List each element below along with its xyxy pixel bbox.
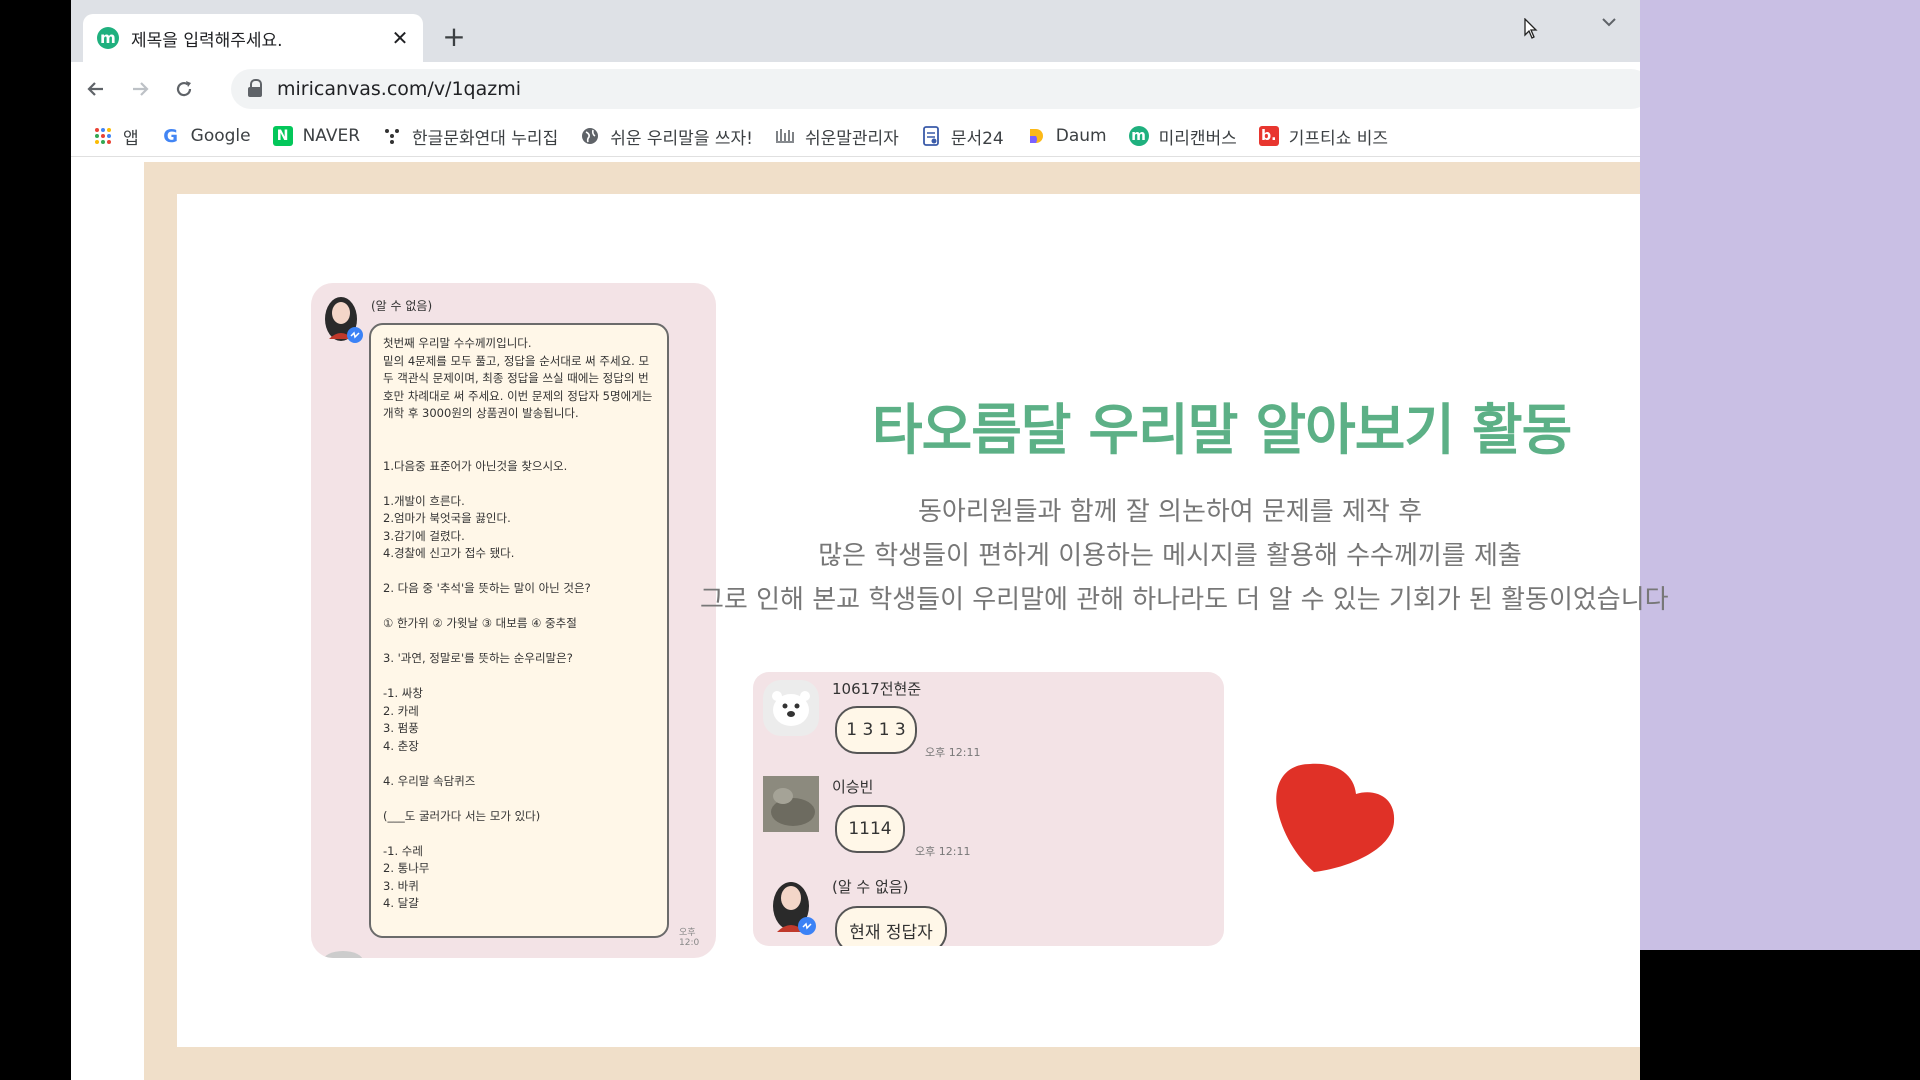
reload-icon[interactable] <box>165 70 203 108</box>
bookmark-hangeul-culture[interactable]: 한글문화연대 누리집 <box>382 124 558 149</box>
avatar <box>763 776 819 832</box>
bookmark-naver[interactable]: N NAVER <box>272 126 361 146</box>
partial-avatar <box>323 951 363 958</box>
bookmark-label: 쉬운말관리자 <box>804 128 899 149</box>
miricanvas-icon: m <box>1128 126 1149 146</box>
bookmarks-bar: 앱 G Google N NAVER 한글문화연대 누리집 쉬운 우리말을 쓰자… <box>71 116 1640 157</box>
bookmark-google[interactable]: G Google <box>161 125 251 147</box>
chat-sender-name: (알 수 없음) <box>371 299 433 313</box>
quiz-message-text: 첫번째 우리말 수수께끼입니다. 밑의 4문제를 모두 풀고, 정답을 순서대로… <box>383 336 653 910</box>
bookmark-apps[interactable]: 앱 <box>93 124 139 149</box>
tab-close-icon[interactable]: ✕ <box>387 25 413 51</box>
reply-sender-name: 10617전현준 <box>832 680 922 698</box>
bookmark-document24[interactable]: 문서24 <box>921 124 1004 149</box>
google-icon: G <box>163 125 179 147</box>
bookmark-label: 한글문화연대 누리집 <box>412 128 559 149</box>
apps-grid-icon <box>93 126 113 146</box>
tab-title: 제목을 입력해주세요. <box>131 30 283 51</box>
reply-message-bubble: 1 3 1 3 <box>835 706 917 754</box>
bookmark-giftishow[interactable]: b. 기프티쇼 비즈 <box>1258 124 1389 149</box>
slide-description: 동아리원들과 함께 잘 의논하여 문제를 제작 후 많은 학생들이 편하게 이용… <box>700 490 1669 622</box>
address-bar[interactable]: miricanvas.com/v/1qazmi <box>231 69 1640 109</box>
miricanvas-favicon-icon: m <box>97 27 119 49</box>
document24-icon <box>921 126 941 146</box>
globe-icon <box>580 126 600 146</box>
bookmark-label: NAVER <box>302 126 361 146</box>
quiz-message-bubble: 첫번째 우리말 수수께끼입니다. 밑의 4문제를 모두 풀고, 정답을 순서대로… <box>369 323 669 938</box>
url-text: miricanvas.com/v/1qazmi <box>277 78 522 100</box>
bookmark-label: Daum <box>1055 126 1107 146</box>
side-background-panel <box>1640 0 1920 950</box>
reply-sender-name: (알 수 없음) <box>832 878 909 896</box>
heart-icon <box>1270 750 1400 880</box>
bookmark-label: 쉬운 우리말을 쓰자! <box>610 128 753 149</box>
reply-timestamp: 오후 12:11 <box>915 845 971 858</box>
naver-icon: N <box>272 126 293 146</box>
description-line: 동아리원들과 함께 잘 의논하여 문제를 제작 후 <box>917 497 1423 527</box>
reply-sender-name: 이승빈 <box>832 778 874 796</box>
answer-chat-screenshot: 10617전현준 1 3 1 3 오후 12:11 이승빈 1114 오후 12… <box>753 672 1224 946</box>
chat-timestamp: 오후 12:0 <box>679 928 700 948</box>
browser-toolbar: miricanvas.com/v/1qazmi <box>71 62 1640 116</box>
tab-search-chevron-icon[interactable] <box>1601 12 1617 31</box>
mouse-cursor-icon <box>1524 17 1538 46</box>
avatar <box>763 680 819 736</box>
avatar <box>763 876 819 935</box>
bookmark-label: Google <box>190 126 251 146</box>
bookmark-label: 미리캔버스 <box>1158 128 1237 149</box>
reply-message-bubble: 현재 정답자 <box>835 906 947 946</box>
back-arrow-icon[interactable] <box>77 70 115 108</box>
lock-icon <box>247 79 263 99</box>
new-tab-button[interactable]: + <box>441 23 467 51</box>
reply-timestamp: 오후 12:11 <box>925 746 981 759</box>
reply-message-bubble: 1114 <box>835 805 905 853</box>
bookmark-label: 기프티쇼 비즈 <box>1288 128 1389 149</box>
tab-strip: m 제목을 입력해주세요. ✕ + <box>71 0 1640 62</box>
bookmark-label: 문서24 <box>950 128 1004 149</box>
giftishow-icon: b. <box>1258 126 1279 146</box>
description-line: 많은 학생들이 편하게 이용하는 메시지를 활용해 수수께끼를 제출 <box>818 541 1522 571</box>
forward-arrow-icon[interactable] <box>121 70 159 108</box>
browser-tab[interactable]: m 제목을 입력해주세요. ✕ <box>83 14 423 62</box>
easy-words-admin-icon <box>775 126 795 146</box>
slide-title: 타오름달 우리말 알아보기 활동 <box>872 398 1572 462</box>
description-line: 그로 인해 본교 학생들이 우리말에 관해 하나라도 더 알 수 있는 기회가 … <box>700 585 1669 615</box>
daum-icon <box>1026 126 1046 146</box>
bookmark-label: 앱 <box>123 128 139 149</box>
bookmark-miricanvas[interactable]: m 미리캔버스 <box>1128 124 1237 149</box>
bookmark-easy-words-admin[interactable]: 쉬운말관리자 <box>775 124 899 149</box>
quiz-chat-screenshot: (알 수 없음) 첫번째 우리말 수수께끼입니다. 밑의 4문제를 모두 풀고,… <box>311 283 716 958</box>
avatar <box>321 293 365 345</box>
bookmark-daum[interactable]: Daum <box>1026 126 1107 146</box>
hangeul-culture-icon <box>382 126 402 146</box>
bookmark-easy-korean[interactable]: 쉬운 우리말을 쓰자! <box>580 124 753 149</box>
